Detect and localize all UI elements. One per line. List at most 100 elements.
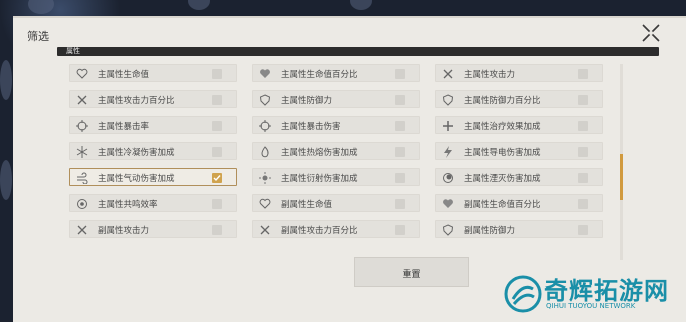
filter-option-label: 主属性攻击力百分比 [98, 96, 175, 106]
crossed-swords-icon [77, 95, 87, 105]
section-header: 属性 [57, 47, 659, 56]
section-label: 属性 [66, 47, 80, 55]
crossed-swords-icon [77, 225, 87, 235]
filter-option[interactable]: 主属性暴击率 [69, 116, 237, 134]
filter-option-label: 主属性湮灭伤害加成 [464, 174, 541, 184]
close-button[interactable] [640, 22, 662, 44]
filter-option-label: 主属性导电伤害加成 [464, 148, 541, 158]
heart-percent-icon [260, 69, 270, 78]
filter-option[interactable]: 主属性防御力 [252, 90, 420, 108]
close-icon [642, 24, 660, 42]
filter-option[interactable]: 副属性生命值百分比 [435, 194, 603, 212]
filter-option-label: 副属性生命值 [281, 200, 333, 210]
crossed-swords-icon [443, 69, 453, 79]
filter-option-label: 主属性防御力 [281, 96, 333, 106]
sun-icon [259, 172, 271, 184]
filter-option-label: 主属性共鸣效率 [98, 200, 158, 210]
heart-percent-icon [443, 199, 453, 208]
filter-option[interactable]: 主属性热熔伤害加成 [252, 142, 420, 160]
filter-option-checkbox[interactable] [578, 173, 588, 183]
shield-icon [442, 224, 454, 236]
filter-option-checkbox[interactable] [212, 95, 222, 105]
void-icon [443, 173, 453, 183]
filter-option-checkbox[interactable] [395, 173, 405, 183]
filter-option[interactable]: 主属性导电伤害加成 [435, 142, 603, 160]
filter-option[interactable]: 主属性共鸣效率 [69, 194, 237, 212]
filter-option-label: 副属性攻击力百分比 [281, 226, 358, 236]
filter-option[interactable]: 主属性衍射伤害加成 [252, 168, 420, 186]
filter-option-label: 主属性治疗效果加成 [464, 122, 541, 132]
filter-option-checkbox[interactable] [395, 121, 405, 131]
filter-option[interactable]: 副属性防御力 [435, 220, 603, 238]
filter-option-checkbox[interactable] [578, 199, 588, 209]
filter-option[interactable]: 副属性攻击力百分比 [252, 220, 420, 238]
reset-button[interactable]: 重置 [354, 257, 469, 287]
filter-option-checkbox[interactable] [395, 69, 405, 79]
filter-option[interactable]: 主属性治疗效果加成 [435, 116, 603, 134]
lightning-icon [444, 146, 452, 158]
filter-option-checkbox[interactable] [212, 199, 222, 209]
filter-option[interactable]: 主属性生命值百分比 [252, 64, 420, 82]
filter-option-label: 主属性生命值百分比 [281, 70, 358, 80]
wind-icon [77, 172, 88, 184]
backdrop-orb [0, 160, 12, 200]
watermark: 奇辉拓游网 QIHUI TUOYOU NETWORK [496, 269, 686, 320]
filter-option-label: 副属性生命值百分比 [464, 200, 541, 210]
eye-icon [77, 199, 87, 209]
cross-icon [443, 121, 453, 131]
filter-option-checkbox[interactable] [578, 147, 588, 157]
filter-option-label: 主属性暴击率 [98, 122, 150, 132]
filter-option[interactable]: 副属性生命值 [252, 194, 420, 212]
checkmark-icon [213, 175, 221, 182]
filter-option[interactable]: 主属性暴击伤害 [252, 116, 420, 134]
filter-option[interactable]: 主属性攻击力 [435, 64, 603, 82]
filter-option[interactable]: 主属性生命值 [69, 64, 237, 82]
filter-option-checkbox[interactable] [212, 147, 222, 157]
watermark-text: 奇辉拓游网 [544, 277, 669, 305]
filter-option-checkbox[interactable] [212, 69, 222, 79]
filter-option-label: 副属性攻击力 [98, 226, 150, 236]
backdrop-orb [0, 60, 12, 100]
filter-option-checkbox[interactable] [395, 147, 405, 157]
filter-option-checkbox[interactable] [212, 173, 222, 183]
filter-option[interactable]: 副属性攻击力 [69, 220, 237, 238]
heart-icon [259, 198, 271, 209]
shield-icon [259, 94, 271, 106]
heart-icon [76, 68, 88, 79]
filter-option-label: 主属性气动伤害加成 [98, 174, 175, 184]
watermark-subtext: QIHUI TUOYOU NETWORK [546, 302, 636, 310]
filter-option-label: 主属性热熔伤害加成 [281, 148, 358, 158]
filter-option-label: 主属性生命值 [98, 70, 150, 80]
backdrop-orb [350, 0, 372, 10]
filter-option-checkbox[interactable] [395, 95, 405, 105]
filter-option-label: 主属性冷凝伤害加成 [98, 148, 175, 158]
filter-option-label: 主属性攻击力 [464, 70, 516, 80]
backdrop-orb [188, 0, 210, 10]
filter-option-label: 副属性防御力 [464, 226, 516, 236]
snowflake-icon [76, 146, 88, 158]
crosshair-icon [76, 120, 88, 132]
scrollbar-thumb[interactable] [620, 154, 623, 200]
crosshair-icon [259, 120, 271, 132]
filter-option-checkbox[interactable] [578, 69, 588, 79]
filter-option[interactable]: 主属性攻击力百分比 [69, 90, 237, 108]
crossed-swords-icon [260, 225, 270, 235]
reset-button-label: 重置 [402, 270, 421, 280]
filter-option-checkbox[interactable] [212, 225, 222, 235]
filter-option-checkbox[interactable] [395, 225, 405, 235]
filter-option-checkbox[interactable] [578, 95, 588, 105]
filter-option-checkbox[interactable] [578, 225, 588, 235]
flame-icon [261, 146, 269, 158]
filter-option-checkbox[interactable] [578, 121, 588, 131]
filter-option-checkbox[interactable] [395, 199, 405, 209]
filter-option[interactable]: 主属性防御力百分比 [435, 90, 603, 108]
shield-icon [442, 94, 454, 106]
filter-option-label: 主属性防御力百分比 [464, 96, 541, 106]
filter-option-checkbox[interactable] [212, 121, 222, 131]
filter-option[interactable]: 主属性气动伤害加成 [69, 168, 237, 186]
dialog-title: 筛选 [27, 30, 49, 43]
filter-option[interactable]: 主属性冷凝伤害加成 [69, 142, 237, 160]
watermark-logo-icon [504, 275, 542, 313]
backdrop-orb [28, 0, 54, 14]
filter-option[interactable]: 主属性湮灭伤害加成 [435, 168, 603, 186]
